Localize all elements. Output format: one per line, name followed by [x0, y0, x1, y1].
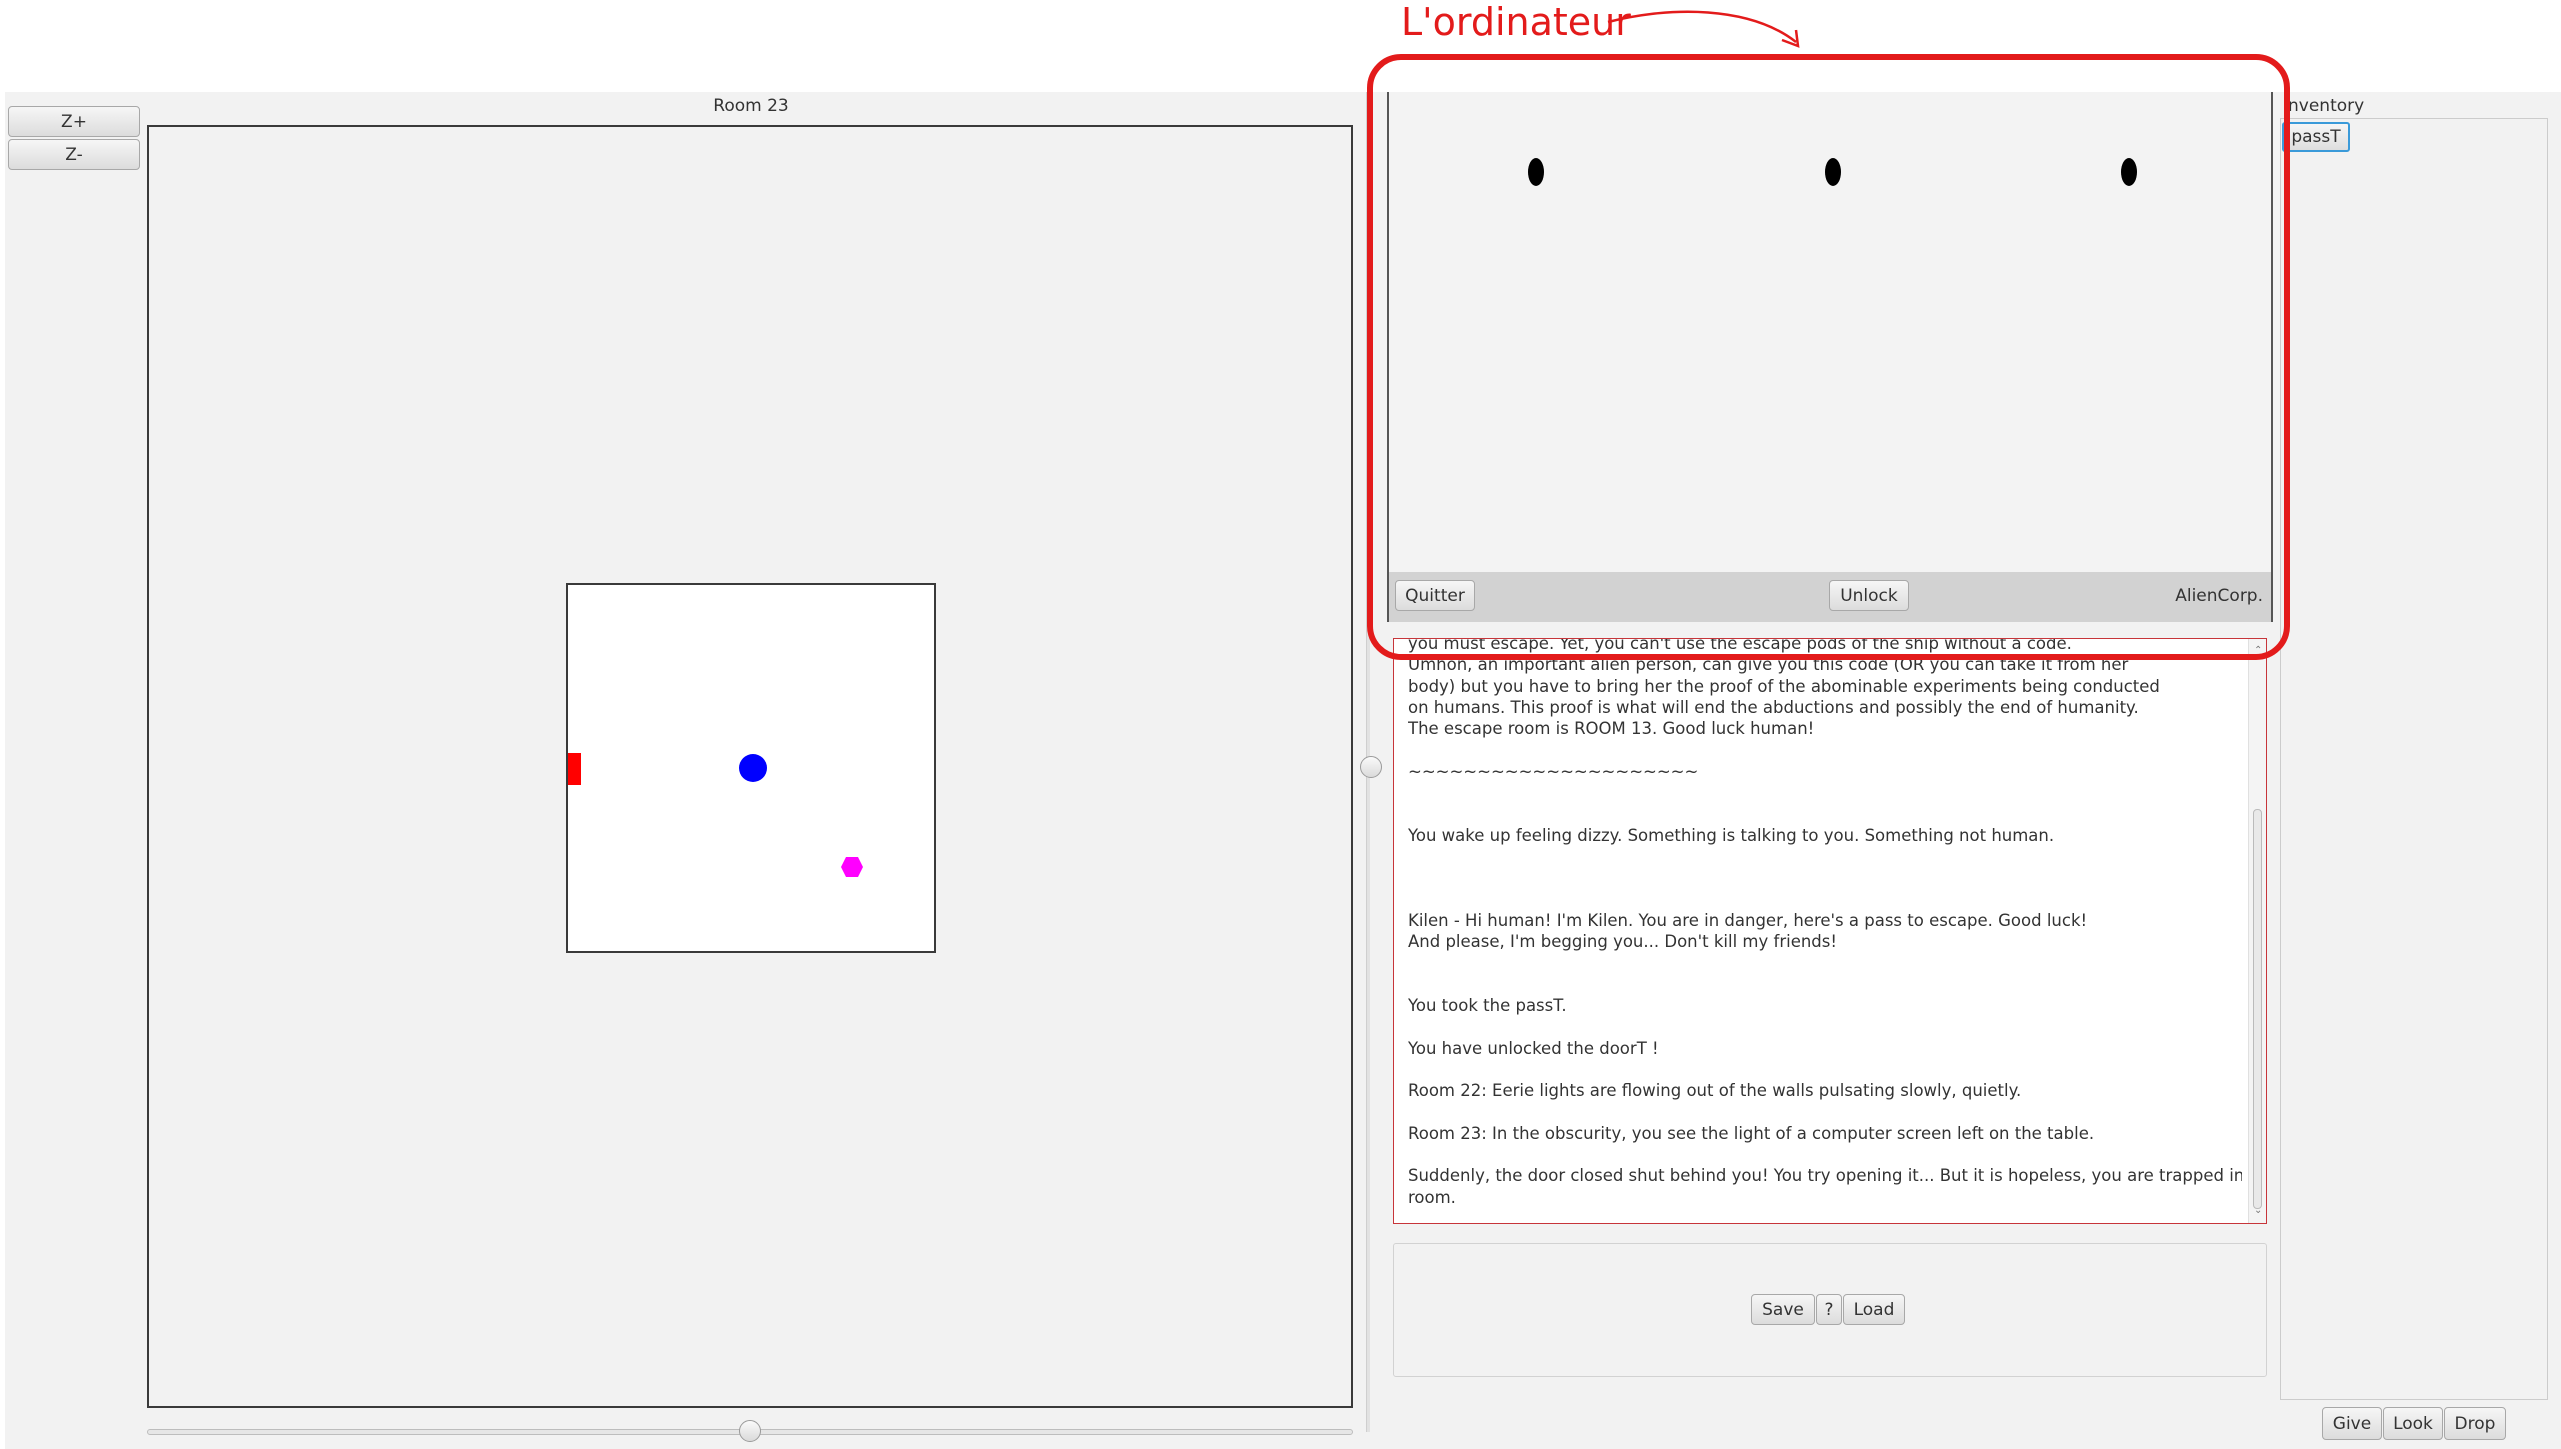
- player-marker: [739, 754, 767, 782]
- room-square: [566, 583, 936, 953]
- save-button[interactable]: Save: [1751, 1294, 1815, 1325]
- log-line: room.: [1408, 1187, 1456, 1207]
- inventory-title: Inventory: [2283, 96, 2365, 116]
- save-panel: Save ? Load: [1393, 1243, 2267, 1377]
- look-button[interactable]: Look: [2383, 1407, 2443, 1440]
- log-text: you must escape. Yet, you can't use the …: [1408, 639, 2242, 1223]
- log-line: Room 23: In the obscurity, you see the l…: [1408, 1123, 2095, 1143]
- scrollbar-thumb[interactable]: [2253, 809, 2262, 1209]
- help-button[interactable]: ?: [1816, 1294, 1842, 1325]
- log-line: on humans. This proof is what will end t…: [1408, 697, 2139, 717]
- alien-marker: [841, 857, 863, 877]
- log-line: Kilen - Hi human! I'm Kilen. You are in …: [1408, 910, 2088, 930]
- slider-thumb[interactable]: [739, 1420, 761, 1442]
- log-line: Room 22: Eerie lights are flowing out of…: [1408, 1081, 2022, 1101]
- annotation-arrow: [1607, 10, 1800, 48]
- load-button[interactable]: Load: [1843, 1294, 1905, 1325]
- log-line: body) but you have to bring her the proo…: [1408, 676, 2160, 696]
- map-zoom-slider[interactable]: [147, 1419, 1353, 1449]
- inventory-list[interactable]: passT: [2280, 118, 2548, 1400]
- scroll-down-icon[interactable]: ⌄: [2254, 1205, 2262, 1216]
- zoom-in-button[interactable]: Z+: [8, 106, 140, 137]
- game-log[interactable]: you must escape. Yet, you can't use the …: [1393, 638, 2267, 1224]
- log-line: ~~~~~~~~~~~~~~~~~~~~~: [1408, 761, 1699, 781]
- log-scrollbar[interactable]: ⌃ ⌄: [2248, 639, 2266, 1223]
- room-title: Room 23: [713, 96, 789, 116]
- log-line: You have unlocked the doorT !: [1408, 1038, 1659, 1058]
- log-line: And please, I'm begging you... Don't kil…: [1408, 932, 1837, 952]
- give-button[interactable]: Give: [2322, 1407, 2382, 1440]
- annotation-label: L'ordinateur: [1401, 0, 1631, 44]
- inventory-item[interactable]: passT: [2282, 122, 2350, 152]
- log-line: You took the passT.: [1408, 996, 1567, 1016]
- map-canvas: [147, 125, 1353, 1408]
- drop-button[interactable]: Drop: [2444, 1407, 2506, 1440]
- split-divider-handle[interactable]: [1360, 756, 1382, 778]
- log-line: You wake up feeling dizzy. Something is …: [1408, 825, 2055, 845]
- annotation-highlight-box: [1367, 54, 2290, 660]
- log-line: Suddenly, the door closed shut behind yo…: [1408, 1166, 2242, 1186]
- zoom-out-button[interactable]: Z-: [8, 139, 140, 170]
- door-marker: [568, 753, 581, 785]
- log-line: The escape room is ROOM 13. Good luck hu…: [1408, 719, 1815, 739]
